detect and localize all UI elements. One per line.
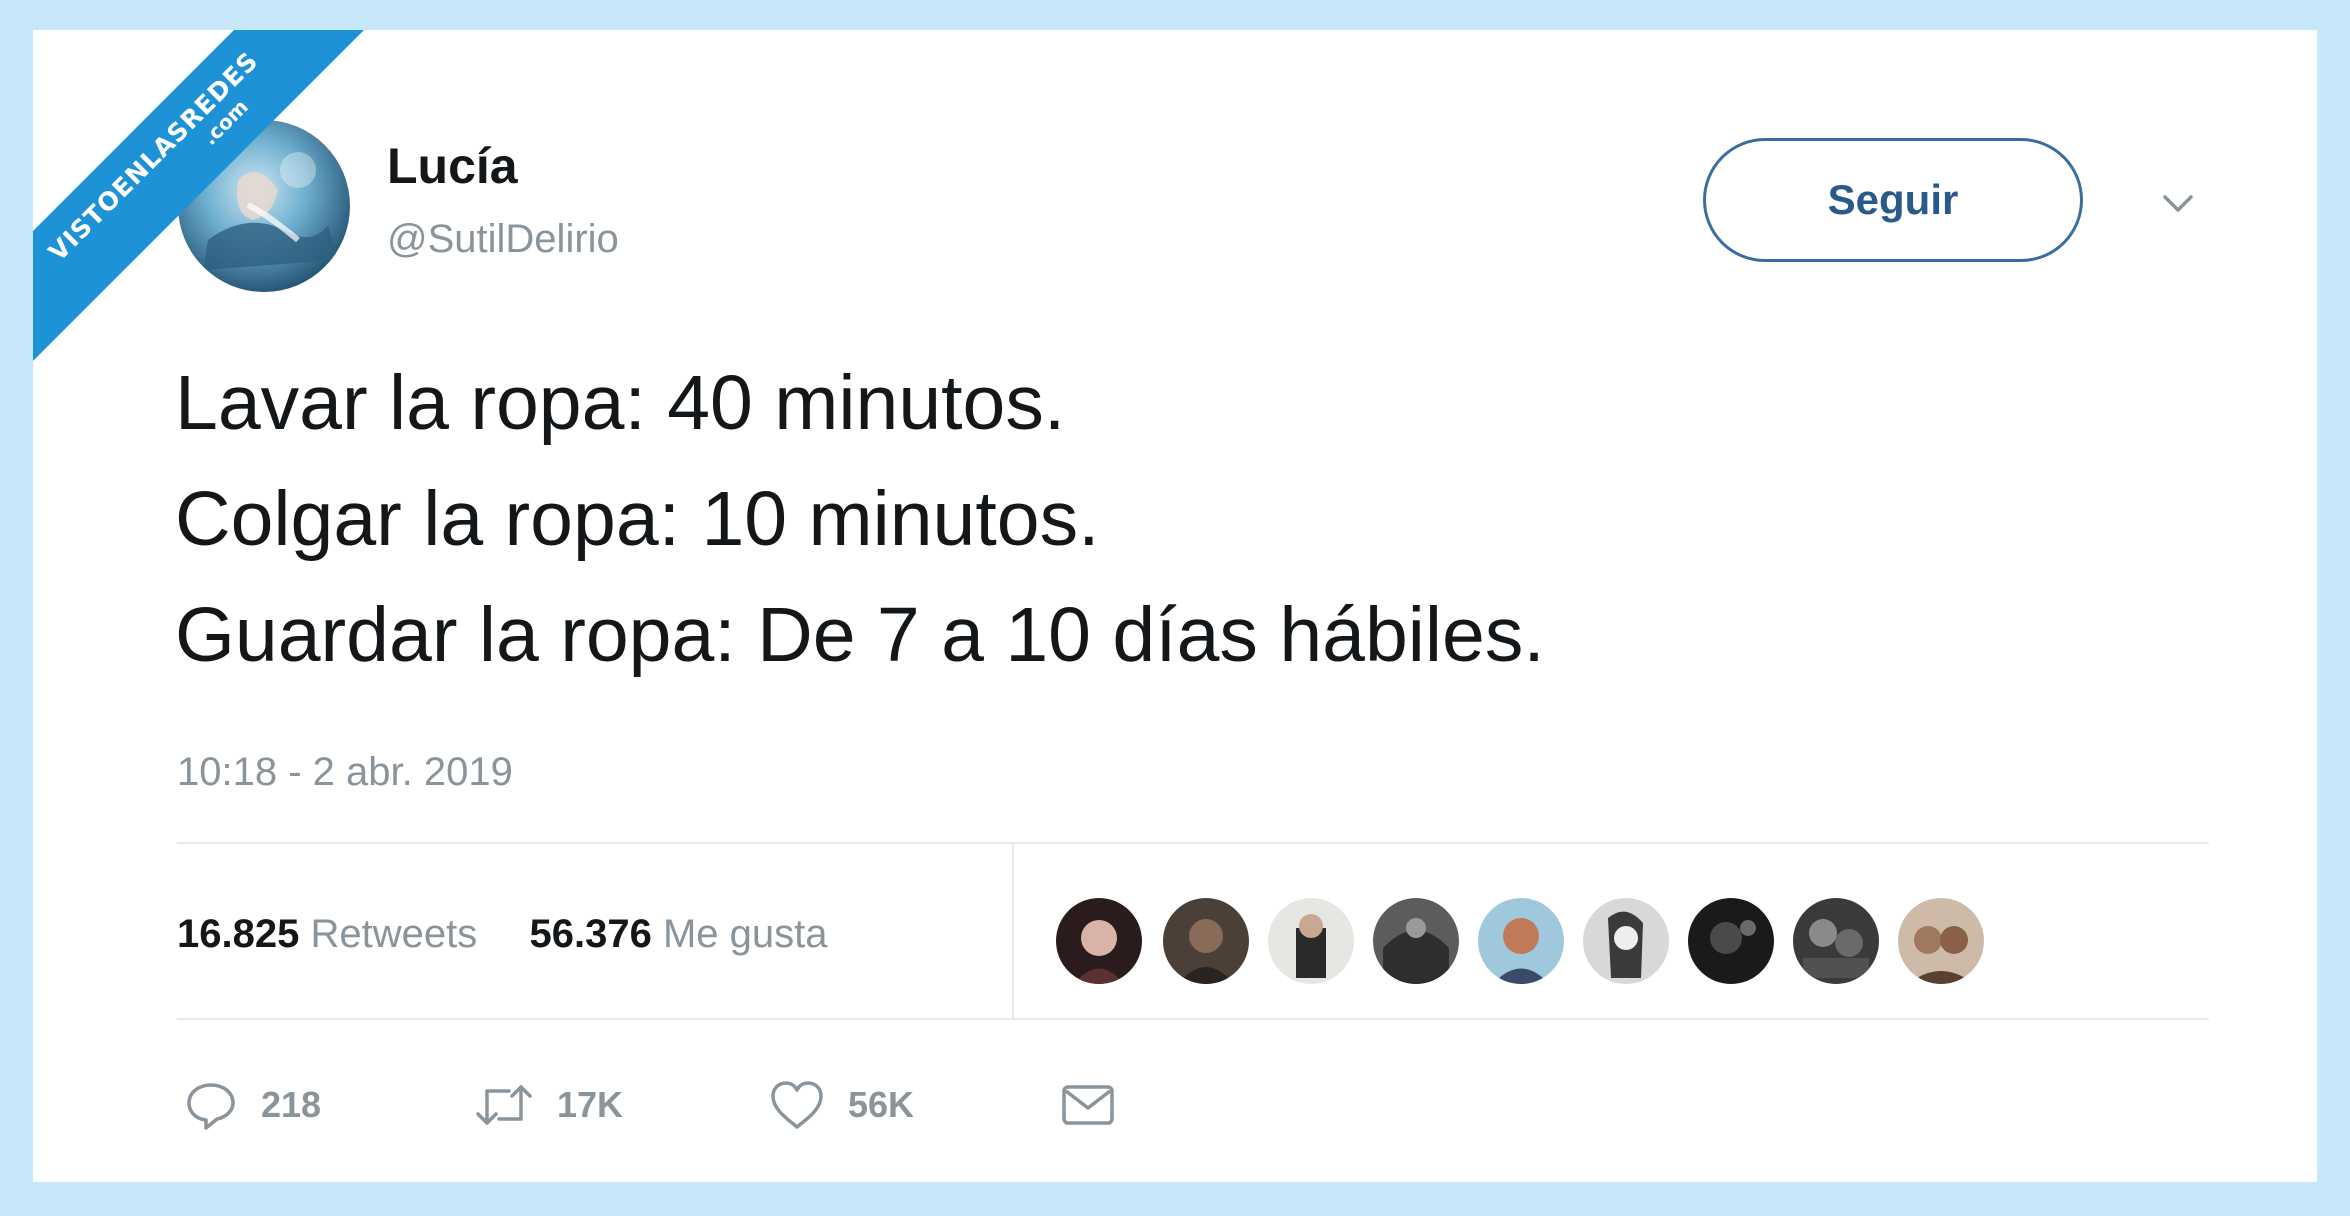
retweet-icon — [476, 1085, 532, 1125]
reply-button[interactable]: 218 — [183, 1075, 321, 1135]
liker-avatar[interactable] — [1268, 898, 1354, 984]
tweet-line: Colgar la ropa: 10 minutos. — [175, 476, 1100, 562]
liker-avatar[interactable] — [1898, 898, 1984, 984]
liker-avatar[interactable] — [1163, 898, 1249, 984]
retweet-button[interactable]: 17K — [473, 1075, 623, 1135]
divider — [1012, 844, 1014, 1018]
likes-count: 56.376 — [529, 912, 652, 956]
liker-avatar[interactable] — [1373, 898, 1459, 984]
reply-count: 218 — [261, 1084, 322, 1125]
tweet-stats: 16.825 Retweets 56.376 Me gusta — [177, 910, 827, 958]
author-name[interactable]: Lucía — [387, 138, 518, 194]
tweet-line: Guardar la ropa: De 7 a 10 días hábiles. — [175, 592, 1545, 678]
tweet-card: VISTOENLASREDES .com Lucía @SutilDelirio… — [33, 30, 2317, 1182]
divider — [177, 842, 2209, 844]
likes-stat[interactable]: 56.376 Me gusta — [529, 912, 827, 956]
like-count: 56K — [848, 1084, 915, 1125]
liker-avatar[interactable] — [1583, 898, 1669, 984]
retweets-count: 16.825 — [177, 912, 300, 956]
tweet-text: Lavar la ropa: 40 minutos. Colgar la rop… — [175, 345, 1545, 693]
chevron-down-icon[interactable] — [2153, 178, 2203, 228]
envelope-icon — [1062, 1085, 1114, 1125]
author-handle[interactable]: @SutilDelirio — [387, 216, 619, 262]
retweets-stat[interactable]: 16.825 Retweets — [177, 912, 488, 956]
liker-avatar[interactable] — [1478, 898, 1564, 984]
retweet-count: 17K — [557, 1084, 624, 1125]
retweets-label: Retweets — [310, 912, 478, 956]
reply-icon — [187, 1083, 235, 1130]
liker-avatar[interactable] — [1056, 898, 1142, 984]
follow-button[interactable]: Seguir — [1703, 138, 2083, 262]
liker-avatar[interactable] — [1688, 898, 1774, 984]
tweet-timestamp[interactable]: 10:18 - 2 abr. 2019 — [177, 748, 513, 796]
heart-icon — [771, 1081, 823, 1129]
like-button[interactable]: 56K — [768, 1075, 914, 1135]
liker-avatar[interactable] — [1793, 898, 1879, 984]
direct-message-button[interactable] — [1059, 1075, 1117, 1135]
likes-label: Me gusta — [662, 912, 828, 956]
tweet-line: Lavar la ropa: 40 minutos. — [175, 360, 1066, 446]
divider — [177, 1018, 2209, 1020]
